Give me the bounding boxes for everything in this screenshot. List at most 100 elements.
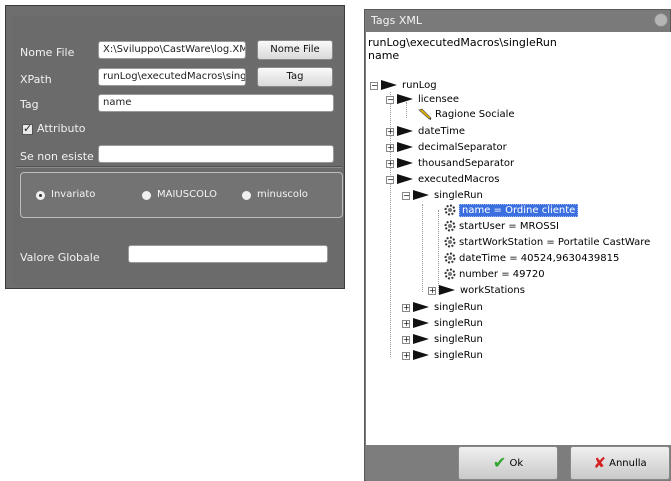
tag-arrow-icon: [397, 174, 413, 184]
xpath-label: XPath: [20, 73, 52, 86]
tree-node-attr-name[interactable]: name = Ordine cliente: [444, 204, 579, 218]
expand-icon[interactable]: +: [428, 287, 436, 295]
attributo-label: Attributo: [37, 122, 86, 135]
case-option-group: Invariato MAIUSCOLO minuscolo: [20, 172, 343, 218]
ok-button-label: Ok: [509, 458, 524, 469]
nome-file-label: Nome File: [20, 46, 75, 59]
tree-node-decimalseparator[interactable]: + decimalSeparator: [386, 141, 507, 155]
tags-xml-dialog: Tags XML runLog\executedMacros\singleRun…: [364, 9, 671, 481]
tree-node-label: singleRun: [434, 350, 483, 361]
tree-node-attr-number[interactable]: number = 49720: [444, 268, 545, 282]
tree-node-executedmacros[interactable]: − executedMacros: [386, 173, 499, 187]
tag-arrow-icon: [413, 190, 429, 200]
nome-file-button[interactable]: Nome File: [257, 40, 333, 60]
expand-icon[interactable]: +: [402, 336, 410, 344]
tag-button[interactable]: Tag: [257, 67, 333, 87]
separator: [16, 166, 342, 168]
dialog-body: runLog\executedMacros\singleRun name − ru…: [366, 32, 671, 445]
tree-node-label-selected: name = Ordine cliente: [459, 204, 579, 217]
tree-node-thousandseparator[interactable]: + thousandSeparator: [386, 157, 514, 171]
dialog-title: Tags XML: [371, 14, 423, 27]
collapse-icon[interactable]: −: [386, 176, 394, 184]
annulla-button-label: Annulla: [609, 458, 647, 469]
tree-node-label: startWorkStation = Portatile CastWare: [459, 237, 651, 248]
tree-node-singlerun[interactable]: + singleRun: [402, 333, 483, 347]
tree-node-label: thousandSeparator: [418, 158, 515, 169]
tree-node-attr-datetime[interactable]: dateTime = 40524,9630439815: [444, 252, 619, 266]
collapse-icon[interactable]: −: [402, 192, 410, 200]
cancel-x-icon: ✘: [593, 454, 606, 472]
radio-maiuscolo-label: MAIUSCOLO: [157, 189, 218, 200]
tree-line: [422, 204, 423, 292]
valore-globale-label: Valore Globale: [20, 251, 100, 264]
tag-arrow-icon: [397, 158, 413, 168]
tag-name-display: name: [368, 49, 400, 62]
expand-icon[interactable]: +: [386, 144, 394, 152]
gear-icon: [444, 204, 456, 216]
radio-minuscolo[interactable]: [241, 190, 252, 201]
tree-node-datetime[interactable]: + dateTime: [386, 125, 465, 139]
se-non-esiste-field[interactable]: [98, 145, 334, 163]
tag-label: Tag: [20, 98, 39, 111]
tree-node-ragione-sociale[interactable]: Ragione Sociale: [418, 108, 515, 122]
tree-node-singlerun[interactable]: + singleRun: [402, 317, 483, 331]
tree-node-label: number = 49720: [459, 269, 545, 280]
expand-icon[interactable]: +: [386, 160, 394, 168]
tree-node-label: singleRun: [434, 190, 483, 201]
radio-invariato[interactable]: [35, 190, 46, 201]
tag-arrow-icon: [413, 302, 429, 312]
tree-node-label: singleRun: [434, 302, 483, 313]
tag-arrow-icon: [397, 142, 413, 152]
tree-node-singlerun[interactable]: + singleRun: [402, 301, 483, 315]
tree-node-label: licensee: [418, 94, 460, 105]
pencil-icon: [418, 108, 432, 120]
tree-node-label: dateTime: [418, 126, 466, 137]
gear-icon: [444, 236, 456, 248]
tag-arrow-icon: [439, 285, 455, 295]
radio-minuscolo-label: minuscolo: [257, 189, 308, 200]
tag-field[interactable]: name: [98, 94, 334, 112]
gear-icon: [444, 252, 456, 264]
dialog-footer: ✔ Ok ✘ Annulla: [366, 445, 671, 481]
expand-icon[interactable]: +: [386, 128, 394, 136]
tag-arrow-icon: [397, 126, 413, 136]
collapse-icon[interactable]: −: [386, 96, 394, 104]
annulla-button[interactable]: ✘ Annulla: [570, 446, 670, 480]
tree-node-label: startUser = MROSSI: [459, 221, 559, 232]
tree-node-label: decimalSeparator: [418, 142, 507, 153]
tree-node-attr-startuser[interactable]: startUser = MROSSI: [444, 220, 559, 234]
tree-node-label: singleRun: [434, 318, 483, 329]
radio-invariato-label: Invariato: [51, 189, 96, 200]
tree-node-licensee[interactable]: − licensee: [386, 93, 459, 107]
tag-arrow-icon: [413, 334, 429, 344]
tag-arrow-icon: [381, 80, 397, 90]
tree-node-workstations[interactable]: + workStations: [428, 284, 525, 298]
tree-node-label: workStations: [460, 285, 525, 296]
valore-globale-field[interactable]: [128, 245, 328, 263]
se-non-esiste-label: Se non esiste: [20, 150, 94, 163]
gear-icon: [444, 220, 456, 232]
tree-node-attr-startworkstation[interactable]: startWorkStation = Portatile CastWare: [444, 236, 650, 250]
close-button[interactable]: [654, 13, 668, 27]
tree-line: [438, 210, 439, 294]
tag-arrow-icon: [413, 318, 429, 328]
nome-file-field[interactable]: X:\Sviluppo\CastWare\log.XML: [98, 41, 246, 59]
tree-node-runlog[interactable]: − runLog: [370, 79, 437, 93]
expand-icon[interactable]: +: [402, 320, 410, 328]
tree-node-label: executedMacros: [418, 174, 500, 185]
tree-node-singlerun[interactable]: − singleRun: [402, 189, 483, 203]
attributo-checkbox[interactable]: [22, 122, 33, 135]
tree-node-label: dateTime = 40524,9630439815: [459, 253, 620, 264]
ok-button[interactable]: ✔ Ok: [458, 446, 558, 480]
tree-node-singlerun[interactable]: + singleRun: [402, 349, 483, 363]
radio-maiuscolo[interactable]: [141, 190, 152, 201]
gear-icon: [444, 268, 456, 280]
tree-node-label: Ragione Sociale: [435, 109, 515, 120]
xpath-field[interactable]: runLog\executedMacros\singleRun: [98, 68, 246, 86]
expand-icon[interactable]: +: [402, 352, 410, 360]
tree-node-label: runLog: [402, 80, 437, 91]
tree-node-label: singleRun: [434, 334, 483, 345]
expand-icon[interactable]: +: [402, 304, 410, 312]
options-panel: Nome File X:\Sviluppo\CastWare\log.XML N…: [5, 5, 345, 289]
collapse-icon[interactable]: −: [370, 82, 378, 90]
